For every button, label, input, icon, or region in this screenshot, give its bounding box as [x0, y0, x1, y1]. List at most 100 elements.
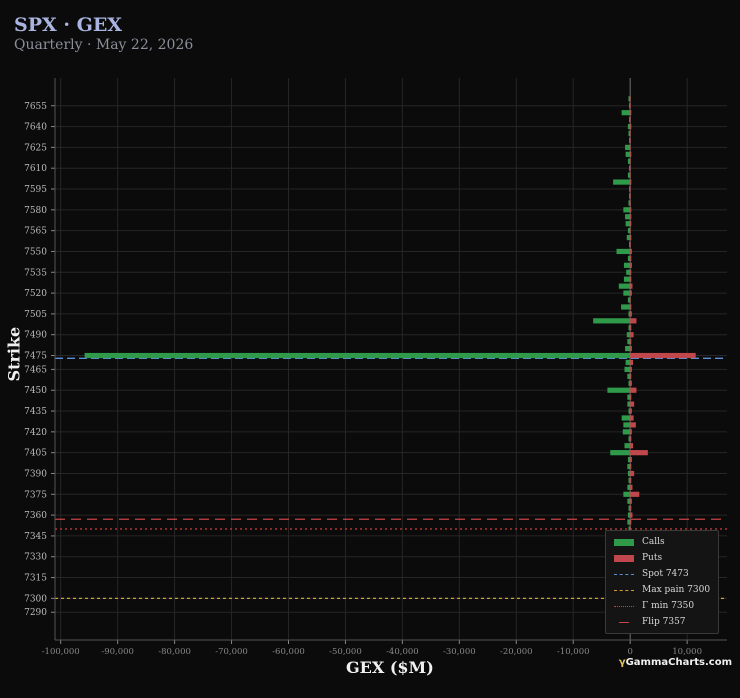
calls-bar: [627, 172, 631, 178]
calls-bar: [629, 241, 631, 248]
y-tick-label: 7565: [24, 227, 47, 237]
puts-bar: [630, 137, 631, 144]
x-axis-label: GEX ($M): [346, 658, 434, 677]
calls-bar: [627, 228, 631, 234]
calls-bar: [628, 477, 631, 484]
calls-swatch: [614, 538, 634, 546]
calls-bar: [613, 179, 631, 185]
legend-item-calls: Calls: [614, 536, 665, 548]
x-tick-label: -100,000: [42, 647, 80, 657]
calls-bar: [621, 110, 631, 116]
x-tick-label: 0: [627, 647, 632, 657]
legend-item-max-pain: Max pain 7300: [614, 584, 710, 596]
puts-bar: [630, 262, 632, 268]
calls-bar: [628, 200, 631, 206]
calls-bar: [629, 117, 631, 123]
calls-bar: [628, 436, 631, 442]
puts-bar: [630, 408, 632, 414]
calls-bar: [627, 339, 631, 345]
x-tick-label: -70,000: [215, 647, 248, 657]
puts-bar: [630, 484, 633, 490]
puts-bar: [630, 436, 632, 442]
calls-bar: [628, 130, 631, 137]
y-tick-label: 7595: [24, 185, 47, 195]
x-tick-label: -50,000: [329, 647, 362, 657]
calls-bar: [628, 380, 631, 386]
x-tick-label: -80,000: [158, 647, 191, 657]
calls-bar: [627, 457, 631, 463]
calls-bar: [623, 491, 631, 497]
calls-bar: [626, 269, 631, 275]
y-tick-label: 7290: [24, 608, 47, 618]
calls-bar: [628, 311, 631, 317]
calls-bar: [621, 304, 631, 310]
calls-bar: [627, 394, 631, 400]
gamma-min-swatch: [614, 605, 634, 607]
calls-bar: [627, 512, 631, 518]
puts-bar: [630, 179, 632, 185]
y-tick-label: 7435: [24, 407, 47, 417]
calls-bar: [628, 505, 631, 511]
y-tick-label: 7580: [24, 206, 47, 216]
puts-bar: [630, 207, 632, 213]
calls-bar: [622, 429, 631, 435]
puts-bar: [630, 103, 631, 109]
calls-bar: [625, 345, 631, 352]
calls-bar: [623, 276, 631, 282]
puts-bar: [630, 380, 632, 386]
puts-bar: [630, 387, 637, 393]
puts-bar: [630, 221, 632, 227]
puts-bar: [630, 110, 632, 116]
x-tick-label: -30,000: [443, 647, 476, 657]
brand-name: GammaCharts.com: [625, 657, 732, 668]
puts-bar: [630, 290, 632, 296]
puts-bar: [630, 200, 631, 206]
calls-bar: [624, 366, 631, 373]
y-tick-label: 7655: [24, 102, 47, 112]
puts-bar: [630, 491, 640, 497]
y-tick-label: 7300: [24, 594, 47, 604]
puts-bar: [630, 519, 632, 525]
calls-bar: [84, 352, 631, 359]
y-tick-label: 7520: [24, 289, 47, 299]
calls-bar: [627, 498, 631, 504]
puts-bar: [630, 422, 636, 428]
calls-bar: [627, 401, 631, 407]
calls-bar: [629, 103, 631, 109]
calls-bar: [629, 193, 631, 199]
calls-bar: [629, 165, 631, 171]
calls-bar: [627, 255, 631, 261]
calls-bar: [625, 221, 631, 227]
puts-bar: [630, 248, 632, 255]
x-tick-label: -40,000: [386, 647, 419, 657]
puts-bar: [630, 325, 632, 331]
puts-bar: [630, 463, 632, 470]
calls-bar: [628, 408, 631, 414]
puts-bar: [630, 311, 632, 317]
x-tick-label: -20,000: [500, 647, 533, 657]
puts-bar: [630, 269, 632, 275]
flip-swatch: [619, 621, 629, 623]
x-tick-label: -10,000: [557, 647, 590, 657]
puts-bar: [630, 165, 631, 171]
puts-bar: [630, 512, 633, 518]
puts-bar: [630, 345, 632, 352]
y-tick-label: 7505: [24, 310, 47, 320]
calls-bar: [629, 186, 631, 192]
y-tick-label: 7465: [24, 365, 47, 375]
puts-bar: [630, 297, 631, 303]
puts-bar: [630, 359, 634, 366]
calls-bar: [625, 214, 631, 220]
puts-bar: [630, 241, 631, 248]
calls-bar: [627, 123, 631, 130]
y-tick-label: 7405: [24, 449, 47, 459]
calls-bar: [593, 318, 631, 324]
calls-bar: [628, 325, 631, 331]
puts-bar: [630, 443, 634, 449]
legend: Calls Puts Spot 7473 Max pain 7300 Γ min…: [605, 530, 719, 634]
puts-bar: [630, 470, 635, 477]
calls-bar: [623, 207, 631, 213]
puts-bar: [630, 366, 632, 373]
puts-bar: [630, 276, 632, 282]
x-tick-label: -60,000: [272, 647, 305, 657]
